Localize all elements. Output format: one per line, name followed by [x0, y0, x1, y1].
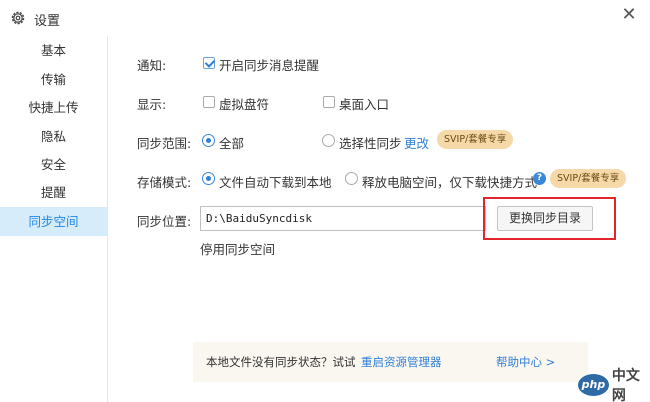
php-logo: php	[578, 374, 609, 396]
watermark-text: 中文网	[611, 368, 640, 402]
download-local-label: 文件自动下载到本地	[219, 175, 332, 190]
sync-path-field[interactable]: D:\BaiduSyncdisk	[200, 206, 486, 231]
desktop-entry-checkbox[interactable]	[323, 96, 335, 108]
notify-option-label: 开启同步消息提醒	[219, 58, 320, 73]
restart-explorer-link[interactable]: 重启资源管理器	[361, 354, 442, 370]
svip-badge: SVIP/套餐专享	[437, 130, 514, 149]
change-scope-link[interactable]: 更改	[404, 133, 429, 152]
settings-window: 设置 ✕ 基本 传输 快捷上传 隐私 安全 提醒 同步空间 通知: 开启同步消息…	[0, 0, 650, 402]
change-sync-dir-button[interactable]: 更换同步目录	[497, 206, 593, 231]
free-space-label: 释放电脑空间，仅下载快捷方式	[362, 175, 538, 190]
scope-all-label: 全部	[219, 136, 245, 151]
sidebar-item-transfer[interactable]: 传输	[0, 65, 107, 94]
svip-badge: SVIP/套餐专享	[550, 169, 627, 188]
storage-mode-label: 存储模式:	[137, 175, 192, 190]
sidebar-item-security[interactable]: 安全	[0, 150, 107, 179]
window-title: 设置	[34, 14, 61, 29]
sidebar-item-sync-space[interactable]: 同步空间	[0, 207, 107, 236]
display-label: 显示:	[137, 97, 167, 112]
virtual-drive-label: 虚拟盘符	[219, 97, 270, 112]
sidebar-item-basic[interactable]: 基本	[0, 36, 107, 65]
gear-icon	[10, 10, 26, 26]
close-icon[interactable]: ✕	[618, 4, 640, 26]
desktop-entry-label: 桌面入口	[339, 97, 390, 112]
disable-sync-space-link[interactable]: 停用同步空间	[200, 239, 275, 258]
download-local-radio[interactable]	[202, 172, 215, 185]
sync-tip-banner: 本地文件没有同步状态？试试 重启资源管理器 帮助中心 >	[193, 342, 588, 382]
help-icon[interactable]: ?	[533, 172, 546, 185]
scope-selective-radio[interactable]	[322, 134, 335, 147]
php-watermark-logo: php 中文网	[578, 368, 650, 402]
help-center-link[interactable]: 帮助中心 >	[496, 354, 555, 370]
title-bar: 设置 ✕	[0, 0, 650, 36]
scope-all-radio[interactable]	[202, 134, 215, 147]
scope-selective-label: 选择性同步	[339, 136, 402, 151]
sidebar-item-quick-upload[interactable]: 快捷上传	[0, 93, 107, 122]
sync-location-label: 同步位置:	[137, 214, 192, 229]
free-space-radio[interactable]	[345, 172, 358, 185]
sidebar-item-privacy[interactable]: 隐私	[0, 122, 107, 151]
banner-text: 本地文件没有同步状态？试试	[206, 355, 356, 369]
sidebar: 基本 传输 快捷上传 隐私 安全 提醒 同步空间	[0, 36, 108, 402]
virtual-drive-checkbox[interactable]	[203, 96, 215, 108]
notify-checkbox[interactable]	[203, 57, 215, 69]
sync-scope-label: 同步范围:	[137, 136, 192, 151]
notify-label: 通知:	[137, 58, 167, 73]
sidebar-item-reminder[interactable]: 提醒	[0, 178, 107, 207]
